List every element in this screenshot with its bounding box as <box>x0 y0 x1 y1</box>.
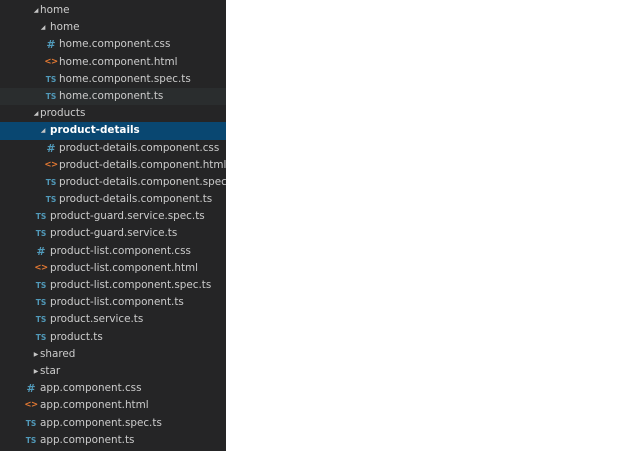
file-label: product-list.component.ts <box>50 296 184 309</box>
file-label: app.component.spec.ts <box>40 416 162 429</box>
file-row[interactable]: TS app.component.ts <box>0 432 226 449</box>
chevron-down-icon[interactable]: ◢ <box>38 122 48 139</box>
file-label: home.component.ts <box>59 89 164 102</box>
typescript-icon: TS <box>35 298 47 308</box>
typescript-icon: TS <box>25 435 37 445</box>
typescript-icon: TS <box>35 315 47 325</box>
file-label: home.component.css <box>59 38 171 51</box>
file-row[interactable]: TS product-list.component.ts <box>0 294 226 311</box>
folder-row[interactable]: ◢ products <box>0 105 226 122</box>
file-label: product.service.ts <box>50 313 144 326</box>
empty-editor-area <box>226 0 640 451</box>
file-label: product-details.component.ts <box>59 193 213 206</box>
file-label: product-details.component.html <box>59 158 226 171</box>
file-label: product-list.component.spec.ts <box>50 279 212 291</box>
html-brackets-icon: <> <box>34 262 48 273</box>
file-row[interactable]: # product-list.component.css <box>0 243 226 260</box>
file-label: product-guard.service.ts <box>50 227 178 240</box>
typescript-icon: TS <box>35 281 47 290</box>
typescript-icon: TS <box>45 177 57 187</box>
file-row[interactable]: # app.component.css <box>0 380 226 397</box>
file-row[interactable]: TS product.service.ts <box>0 311 226 328</box>
typescript-icon: TS <box>45 74 57 84</box>
file-label: app.component.css <box>40 382 142 395</box>
file-row[interactable]: TS home.component.spec.ts <box>0 71 226 88</box>
file-label: product-details.component.spec.ts <box>59 175 226 188</box>
hash-icon: # <box>26 382 36 396</box>
html-brackets-icon: <> <box>24 400 38 411</box>
hash-icon: # <box>46 38 56 52</box>
folder-row[interactable]: ◢ home <box>0 2 226 19</box>
file-label: product-guard.service.spec.ts <box>50 210 205 223</box>
folder-row[interactable]: ▶ shared <box>0 346 226 363</box>
folder-label: shared <box>40 347 76 360</box>
folder-label: star <box>40 364 61 377</box>
folder-label: home <box>50 21 80 34</box>
folder-label: home <box>40 4 70 16</box>
file-label: product-list.component.html <box>50 261 199 274</box>
folder-label: product-details <box>50 124 140 137</box>
typescript-icon: TS <box>35 332 47 342</box>
file-row[interactable]: TS product-details.component.spec.ts <box>0 174 226 191</box>
typescript-icon: TS <box>25 418 37 428</box>
file-label: product-list.component.css <box>50 244 191 257</box>
file-row[interactable]: <> product-details.component.html <box>0 157 226 174</box>
folder-row[interactable]: ◢ home <box>0 19 226 36</box>
file-label: app.component.ts <box>40 433 135 446</box>
file-row[interactable]: TS product-list.component.spec.ts <box>0 277 226 294</box>
typescript-icon: TS <box>35 229 47 239</box>
folder-row[interactable]: ▶ star <box>0 363 226 380</box>
file-row[interactable]: <> app.component.html <box>0 397 226 414</box>
file-label: home.component.html <box>59 55 178 68</box>
file-label: product-details.component.css <box>59 141 220 154</box>
folder-row[interactable]: ◢ product-details <box>0 122 226 140</box>
file-label: product.ts <box>50 330 103 343</box>
file-row[interactable]: # product-details.component.css <box>0 140 226 157</box>
file-row[interactable]: TS product-guard.service.ts <box>0 225 226 242</box>
file-tree: ◢ home ◢ home # home.component.css <> home.comp… <box>0 2 226 449</box>
file-row[interactable]: TS product-guard.service.spec.ts <box>0 208 226 225</box>
file-row[interactable]: <> home.component.html <box>0 54 226 71</box>
hash-icon: # <box>36 244 46 258</box>
typescript-icon: TS <box>45 91 57 101</box>
file-label: app.component.html <box>40 399 149 412</box>
file-row[interactable]: # home.component.css <box>0 36 226 53</box>
html-brackets-icon: <> <box>44 56 58 67</box>
folder-label: products <box>40 107 86 120</box>
chevron-down-icon[interactable]: ◢ <box>38 19 48 36</box>
file-label: home.component.spec.ts <box>59 72 191 85</box>
hash-icon: # <box>46 141 56 155</box>
html-brackets-icon: <> <box>44 159 58 170</box>
file-row[interactable]: TS app.component.spec.ts <box>0 415 226 432</box>
file-row[interactable]: <> product-list.component.html <box>0 260 226 277</box>
typescript-icon: TS <box>45 195 57 205</box>
file-row[interactable]: TS product-details.component.ts <box>0 191 226 208</box>
typescript-icon: TS <box>35 212 47 222</box>
file-row[interactable]: TS home.component.ts <box>0 87 226 106</box>
file-row[interactable]: TS product.ts <box>0 329 226 346</box>
file-explorer-sidebar: ◢ home ◢ home # home.component.css <> home.comp… <box>0 0 226 451</box>
